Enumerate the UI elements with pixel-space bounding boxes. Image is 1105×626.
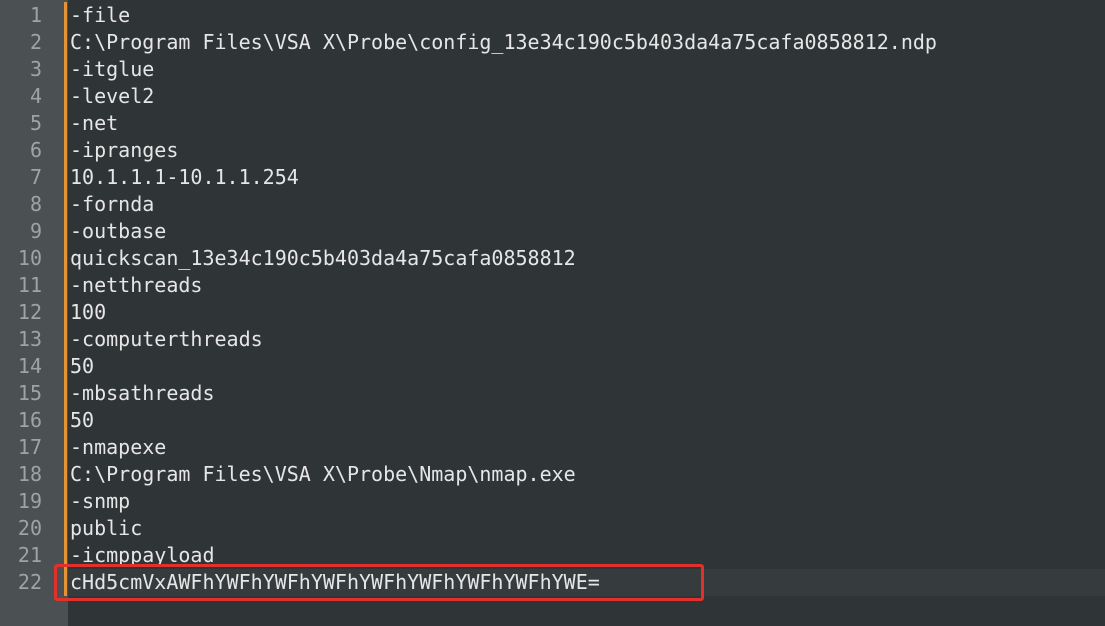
code-line[interactable]: C:\Program Files\VSA X\Probe\Nmap\nmap.e… [68, 461, 1105, 488]
code-line[interactable]: public [68, 515, 1105, 542]
change-marker-bar [64, 2, 67, 596]
line-number: 7 [29, 165, 42, 189]
code-line[interactable]: -net [68, 110, 1105, 137]
code-line[interactable]: -computerthreads [68, 326, 1105, 353]
line-number: 10 [17, 246, 42, 270]
line-number: 13 [17, 327, 42, 351]
line-number: 21 [17, 543, 42, 567]
code-line[interactable]: -level2 [68, 83, 1105, 110]
line-number-gutter: 1 2 3 4 5 6 7 8 9 10 11 12 13 14 15 16 1… [0, 0, 68, 626]
line-number: 18 [17, 462, 42, 486]
code-line[interactable]: -nmapexe [68, 434, 1105, 461]
code-line[interactable]: -snmp [68, 488, 1105, 515]
code-line[interactable]: C:\Program Files\VSA X\Probe\config_13e3… [68, 29, 1105, 56]
code-line[interactable]: 10.1.1.1-10.1.1.254 [68, 164, 1105, 191]
code-line[interactable]: -icmppayload [68, 542, 1105, 569]
code-line[interactable]: -outbase [68, 218, 1105, 245]
line-number: 6 [29, 138, 42, 162]
line-number: 22 [17, 570, 42, 594]
line-number: 19 [17, 489, 42, 513]
line-number: 14 [17, 354, 42, 378]
line-number: 17 [17, 435, 42, 459]
line-number: 4 [29, 84, 42, 108]
code-area[interactable]: -file C:\Program Files\VSA X\Probe\confi… [68, 2, 1105, 596]
text-editor[interactable]: 1 2 3 4 5 6 7 8 9 10 11 12 13 14 15 16 1… [0, 0, 1105, 626]
line-number: 3 [29, 57, 42, 81]
code-line[interactable]: 100 [68, 299, 1105, 326]
code-line[interactable]: 50 [68, 353, 1105, 380]
line-number: 8 [29, 192, 42, 216]
code-line[interactable]: 50 [68, 407, 1105, 434]
code-line[interactable]: -itglue [68, 56, 1105, 83]
line-number: 15 [17, 381, 42, 405]
code-line[interactable]: -file [68, 2, 1105, 29]
line-number: 1 [29, 3, 42, 27]
line-number: 11 [17, 273, 42, 297]
current-code-line[interactable]: cHd5cmVxAWFhYWFhYWFhYWFhYWFhYWFhYWFhYWFh… [68, 569, 1105, 596]
code-line[interactable]: quickscan_13e34c190c5b403da4a75cafa08588… [68, 245, 1105, 272]
line-number: 16 [17, 408, 42, 432]
line-number: 20 [17, 516, 42, 540]
line-number: 12 [17, 300, 42, 324]
code-line[interactable]: -netthreads [68, 272, 1105, 299]
line-number: 5 [29, 111, 42, 135]
line-number: 9 [29, 219, 42, 243]
code-line[interactable]: -ipranges [68, 137, 1105, 164]
code-line[interactable]: -fornda [68, 191, 1105, 218]
code-line[interactable]: -mbsathreads [68, 380, 1105, 407]
line-number: 2 [29, 30, 42, 54]
